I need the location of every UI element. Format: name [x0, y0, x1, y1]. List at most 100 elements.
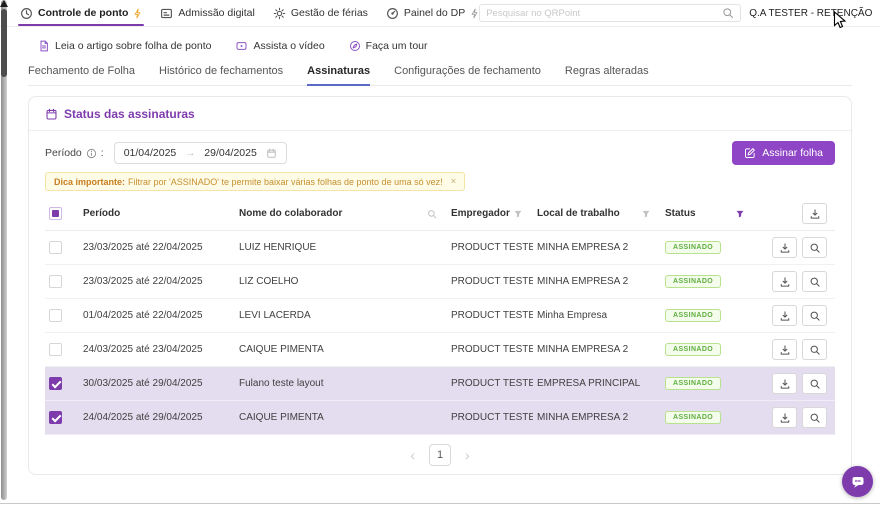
download-row-button[interactable] [772, 271, 797, 292]
nav-item-painel-do-dp[interactable]: Painel do DP [386, 0, 479, 26]
cell-work-location: MINHA EMPRESA 2 [533, 333, 661, 367]
view-row-button[interactable] [802, 339, 827, 360]
funnel-icon[interactable] [513, 209, 523, 219]
period-toolbar: Período : 01/04/2025 → 29/04/2025 Assina… [45, 141, 835, 165]
tip-close-icon[interactable]: × [451, 176, 457, 187]
quick-link-label: Leia o artigo sobre folha de ponto [55, 40, 211, 52]
table-row[interactable]: 30/03/2025 até 29/04/2025 Fulano teste l… [45, 367, 835, 401]
status-badge: ASSINADO [665, 275, 721, 288]
nav-label: Admissão digital [178, 7, 254, 19]
header-period: Período [79, 197, 235, 231]
app-window: Controle de ponto Admissão digital Gestã… [0, 0, 880, 506]
panel-title-text: Status das assinaturas [64, 107, 195, 121]
current-page-button[interactable]: 1 [429, 444, 451, 466]
cell-period: 23/03/2025 até 22/04/2025 [79, 231, 235, 265]
link-read-article[interactable]: Leia o artigo sobre folha de ponto [38, 40, 211, 52]
link-watch-video[interactable]: Assista o vídeo [235, 40, 324, 52]
scrollbar-thumb[interactable] [1, 9, 7, 77]
top-navigation-bar: Controle de ponto Admissão digital Gestã… [0, 0, 880, 27]
tab-bar: Fechamento de Folha Histórico de fechame… [28, 65, 852, 86]
quick-link-label: Faça um tour [366, 40, 428, 52]
nav-item-controle-de-ponto[interactable]: Controle de ponto [20, 0, 142, 26]
tab-historico-de-fechamentos[interactable]: Histórico de fechamentos [159, 65, 283, 85]
link-take-tour[interactable]: Faça um tour [349, 40, 428, 52]
nav-label: Gestão de férias [291, 7, 368, 19]
edit-sign-icon [744, 147, 756, 159]
cell-work-location: EMPRESA PRINCIPAL [533, 367, 661, 401]
row-checkbox[interactable] [49, 241, 62, 254]
prev-page-button[interactable]: ‹ [410, 448, 415, 462]
cell-collaborator-name: LIZ COELHO [235, 265, 447, 299]
cell-period: 01/04/2025 até 22/04/2025 [79, 299, 235, 333]
cell-collaborator-name: LUIZ HENRIQUE [235, 231, 447, 265]
column-search-icon[interactable] [427, 209, 437, 219]
download-row-button[interactable] [772, 237, 797, 258]
row-checkbox[interactable] [49, 275, 62, 288]
download-all-button[interactable] [802, 203, 827, 224]
date-from[interactable]: 01/04/2025 [124, 147, 177, 159]
period-label: Período [45, 147, 82, 159]
funnel-icon[interactable] [641, 209, 651, 219]
top-nav: Controle de ponto Admissão digital Gestã… [20, 0, 479, 26]
cell-collaborator-name: CAIQUE PIMENTA [235, 333, 447, 367]
row-checkbox[interactable] [49, 411, 62, 424]
view-row-button[interactable] [802, 373, 827, 394]
header-location: Local de trabalho [537, 208, 620, 219]
tour-icon [349, 40, 361, 52]
scrollbar-up-arrow-icon[interactable] [0, 0, 8, 7]
download-row-button[interactable] [772, 373, 797, 394]
nav-item-admissao-digital[interactable]: Admissão digital [160, 0, 254, 26]
cell-period: 30/03/2025 até 29/04/2025 [79, 367, 235, 401]
row-checkbox[interactable] [49, 377, 62, 390]
user-account-label[interactable]: Q.A TESTER - RETENÇÃO [749, 8, 872, 19]
nav-label: Controle de ponto [38, 7, 128, 19]
view-row-button[interactable] [802, 407, 827, 428]
article-icon [38, 40, 50, 52]
header-employer: Empregador [451, 208, 510, 219]
view-row-button[interactable] [802, 305, 827, 326]
quick-link-label: Assista o vídeo [253, 40, 324, 52]
table-row[interactable]: 24/04/2025 até 29/04/2025 CAIQUE PIMENTA… [45, 401, 835, 435]
cell-employer: PRODUCT TESTER [447, 265, 533, 299]
sign-button-label: Assinar folha [762, 147, 823, 159]
download-row-button[interactable] [772, 407, 797, 428]
view-row-button[interactable] [802, 271, 827, 292]
download-row-button[interactable] [772, 339, 797, 360]
spark-gray-icon [470, 8, 479, 19]
row-checkbox[interactable] [49, 343, 62, 356]
search-input[interactable] [486, 8, 722, 19]
table-row[interactable]: 23/03/2025 até 22/04/2025 LUIZ HENRIQUE … [45, 231, 835, 265]
tab-fechamento-de-folha[interactable]: Fechamento de Folha [28, 65, 135, 85]
clock-icon [20, 7, 33, 20]
tab-configuracoes-de-fechamento[interactable]: Configurações de fechamento [394, 65, 541, 85]
row-checkbox[interactable] [49, 309, 62, 322]
nav-item-gestao-de-ferias[interactable]: Gestão de férias [273, 0, 368, 26]
table-header-row: Período Nome do colaborador Empregador [45, 197, 835, 231]
funnel-icon-active[interactable] [735, 209, 745, 219]
download-row-button[interactable] [772, 305, 797, 326]
gauge-icon [386, 7, 399, 20]
status-badge: ASSINADO [665, 411, 721, 424]
left-scrollbar[interactable] [1, 0, 8, 500]
table-row[interactable]: 01/04/2025 até 22/04/2025 LEVI LACERDA P… [45, 299, 835, 333]
cell-work-location: MINHA EMPRESA 2 [533, 401, 661, 435]
sign-sheet-button[interactable]: Assinar folha [732, 141, 835, 165]
next-page-button[interactable]: › [465, 448, 470, 462]
spark-orange-icon [133, 8, 142, 19]
view-row-button[interactable] [802, 237, 827, 258]
tab-regras-alteradas[interactable]: Regras alteradas [565, 65, 649, 85]
period-field: Período : 01/04/2025 → 29/04/2025 [45, 142, 287, 164]
tab-assinaturas[interactable]: Assinaturas [307, 65, 370, 85]
select-all-checkbox[interactable] [49, 207, 62, 220]
cell-work-location: Minha Empresa [533, 299, 661, 333]
global-search[interactable] [479, 4, 741, 22]
date-to[interactable]: 29/04/2025 [204, 147, 257, 159]
cell-work-location: MINHA EMPRESA 2 [533, 231, 661, 265]
table-row[interactable]: 24/03/2025 até 23/04/2025 CAIQUE PIMENTA… [45, 333, 835, 367]
chat-widget-button[interactable] [842, 466, 873, 497]
signatures-panel: Status das assinaturas Período : 01/04/2… [28, 96, 852, 475]
signatures-table: Período Nome do colaborador Empregador [45, 197, 835, 435]
table-row[interactable]: 23/03/2025 até 22/04/2025 LIZ COELHO PRO… [45, 265, 835, 299]
date-range-picker[interactable]: 01/04/2025 → 29/04/2025 [114, 142, 287, 164]
window-bottom-border [0, 503, 880, 504]
